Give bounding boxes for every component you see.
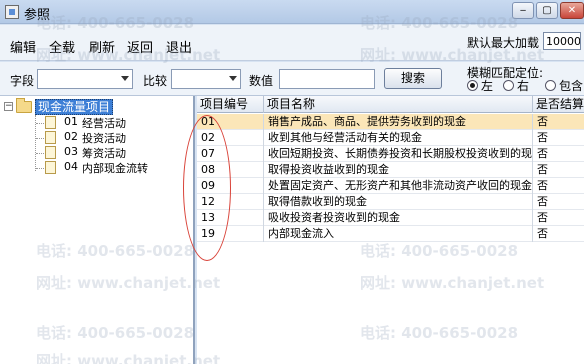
table-row[interactable]: 12 取得借款收到的现金否 — [197, 194, 584, 210]
tree-item-label: 内部现金流转 — [82, 162, 148, 175]
table-row[interactable]: 02 收到其他与经营活动有关的现金否 — [197, 130, 584, 146]
radio-contain-label[interactable]: 包含 — [559, 77, 583, 94]
cell-name: 取得借款收到的现金 — [264, 194, 533, 210]
cell-settle: 否 — [533, 146, 584, 162]
max-load-label: 默认最大加载 — [467, 36, 540, 50]
app-icon — [5, 5, 19, 19]
cell-name: 取得投资收益收到的现金 — [264, 162, 533, 178]
max-load-input[interactable] — [543, 32, 581, 50]
cell-code: 02 — [197, 130, 264, 146]
cell-code: 13 — [197, 210, 264, 226]
document-icon — [45, 116, 56, 129]
cell-code: 19 — [197, 226, 264, 242]
document-icon — [45, 146, 56, 159]
menu-exit[interactable]: 退出 — [166, 37, 192, 56]
table-row[interactable]: 08 取得投资收益收到的现金否 — [197, 162, 584, 178]
chevron-down-icon — [121, 76, 129, 81]
menu-back[interactable]: 返回 — [127, 37, 153, 56]
cell-code: 01 — [197, 114, 264, 130]
tree-item-code: 02 — [64, 130, 78, 143]
cell-settle: 否 — [533, 162, 584, 178]
column-header-name[interactable]: 项目名称 — [264, 96, 533, 113]
radio-right-label[interactable]: 右 — [517, 77, 529, 94]
filter-bar: 字段 比较 数值 搜索 模糊匹配定位: 左 右 包含 — [0, 62, 584, 96]
table-row[interactable]: 09 处置固定资产、无形资产和其他非流动资产收回的现金净额否 — [197, 178, 584, 194]
column-header-code[interactable]: 项目编号 — [197, 96, 264, 113]
menu-bar: 编辑 全载 刷新 返回 退出 默认最大加载 — [0, 25, 584, 61]
cell-settle: 否 — [533, 114, 584, 130]
tree-root-label[interactable]: 现金流量项目 — [35, 99, 114, 115]
cell-name: 收回短期投资、长期债券投资和长期股权投资收到的现金 — [264, 146, 533, 162]
cell-settle: 否 — [533, 194, 584, 210]
document-icon — [45, 131, 56, 144]
collapse-icon[interactable]: − — [4, 102, 13, 111]
menu-edit[interactable]: 编辑 — [10, 37, 36, 56]
items-grid: 项目编号 项目名称 是否结算 01 销售产成品、商品、提供劳务收到的现金否 02 收到… — [197, 96, 584, 364]
cell-name: 吸收投资者投资收到的现金 — [264, 210, 533, 226]
tree-item-code: 01 — [64, 115, 78, 128]
fuzzy-match-label: 模糊匹配定位: — [467, 66, 544, 80]
tree-item-code: 03 — [64, 145, 78, 158]
value-input[interactable] — [279, 69, 375, 89]
radio-right[interactable] — [503, 80, 514, 91]
close-button[interactable]: ✕ — [560, 2, 584, 19]
cell-code: 08 — [197, 162, 264, 178]
table-row[interactable]: 07 收回短期投资、长期债券投资和长期股权投资收到的现金否 — [197, 146, 584, 162]
field-label: 字段 — [10, 74, 35, 88]
field-select[interactable] — [37, 69, 133, 89]
menu-load-all[interactable]: 全载 — [49, 37, 75, 56]
table-row[interactable]: 19 内部现金流入否 — [197, 226, 584, 242]
radio-contain[interactable] — [545, 80, 556, 91]
cell-settle: 否 — [533, 130, 584, 146]
window-title: 参照 — [24, 8, 51, 23]
cell-name: 销售产成品、商品、提供劳务收到的现金 — [264, 114, 533, 130]
radio-left-label[interactable]: 左 — [481, 77, 493, 94]
category-tree: − 现金流量项目 01 经营活动 02 投资活动 03 筹资活动 04 内部现金… — [0, 96, 195, 364]
compare-label: 比较 — [143, 74, 168, 88]
chevron-down-icon — [229, 76, 237, 81]
folder-icon — [16, 98, 32, 113]
cell-settle: 否 — [533, 210, 584, 226]
cell-name: 收到其他与经营活动有关的现金 — [264, 130, 533, 146]
menu-refresh[interactable]: 刷新 — [89, 37, 115, 56]
cell-name: 处置固定资产、无形资产和其他非流动资产收回的现金净额 — [264, 178, 533, 194]
document-icon — [45, 161, 56, 174]
cell-name: 内部现金流入 — [264, 226, 533, 242]
table-row[interactable]: 01 销售产成品、商品、提供劳务收到的现金否 — [197, 114, 584, 130]
maximize-button[interactable]: ▢ — [536, 2, 558, 19]
tree-item-label: 经营活动 — [82, 117, 126, 130]
search-button[interactable]: 搜索 — [384, 68, 442, 89]
cell-code: 09 — [197, 178, 264, 194]
radio-left[interactable] — [467, 80, 478, 91]
title-bar: 参照 ‒ ▢ ✕ — [0, 0, 584, 24]
tree-item-label: 筹资活动 — [82, 147, 126, 160]
table-row[interactable]: 13 吸收投资者投资收到的现金否 — [197, 210, 584, 226]
cell-code: 12 — [197, 194, 264, 210]
compare-select[interactable] — [171, 69, 241, 89]
tree-item-code: 04 — [64, 160, 78, 173]
column-header-settle[interactable]: 是否结算 — [533, 96, 584, 113]
tree-item-label: 投资活动 — [82, 132, 126, 145]
value-label: 数值 — [249, 74, 274, 88]
grid-header: 项目编号 项目名称 是否结算 — [197, 96, 584, 113]
cell-settle: 否 — [533, 178, 584, 194]
minimize-button[interactable]: ‒ — [512, 2, 534, 19]
cell-code: 07 — [197, 146, 264, 162]
cell-settle: 否 — [533, 226, 584, 242]
